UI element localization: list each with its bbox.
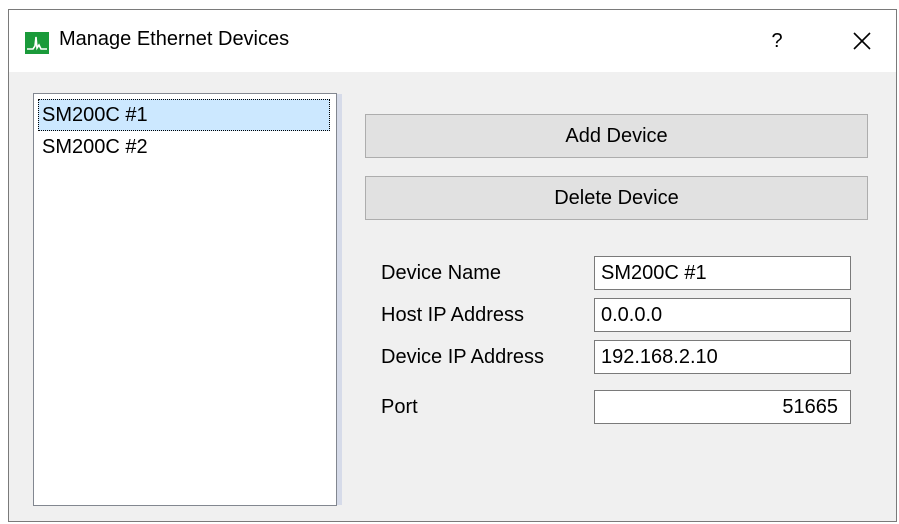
device-ip-input[interactable]: 192.168.2.10 — [594, 340, 851, 374]
device-ip-label: Device IP Address — [381, 346, 545, 368]
device-list[interactable]: SM200C #1 SM200C #2 — [33, 93, 342, 506]
device-name-input[interactable]: SM200C #1 — [594, 256, 851, 290]
delete-device-button[interactable]: Delete Device — [365, 176, 868, 220]
list-border-shade — [337, 94, 342, 505]
window-title: Manage Ethernet Devices — [59, 28, 290, 50]
port-input[interactable]: 51665 — [594, 390, 851, 424]
close-button[interactable] — [847, 24, 877, 58]
help-button[interactable]: ? — [764, 24, 790, 58]
app-icon — [25, 32, 49, 54]
host-ip-label: Host IP Address — [381, 304, 525, 326]
close-icon — [853, 32, 871, 50]
device-list-item[interactable]: SM200C #2 — [38, 131, 330, 163]
device-name-label: Device Name — [381, 262, 502, 284]
add-device-button[interactable]: Add Device — [365, 114, 868, 158]
title-bar: Manage Ethernet Devices ? — [9, 10, 896, 72]
host-ip-input[interactable]: 0.0.0.0 — [594, 298, 851, 332]
port-label: Port — [381, 396, 418, 418]
device-list-item[interactable]: SM200C #1 — [38, 99, 330, 131]
manage-devices-dialog: Manage Ethernet Devices ? SM200C #1 SM20… — [8, 9, 897, 522]
